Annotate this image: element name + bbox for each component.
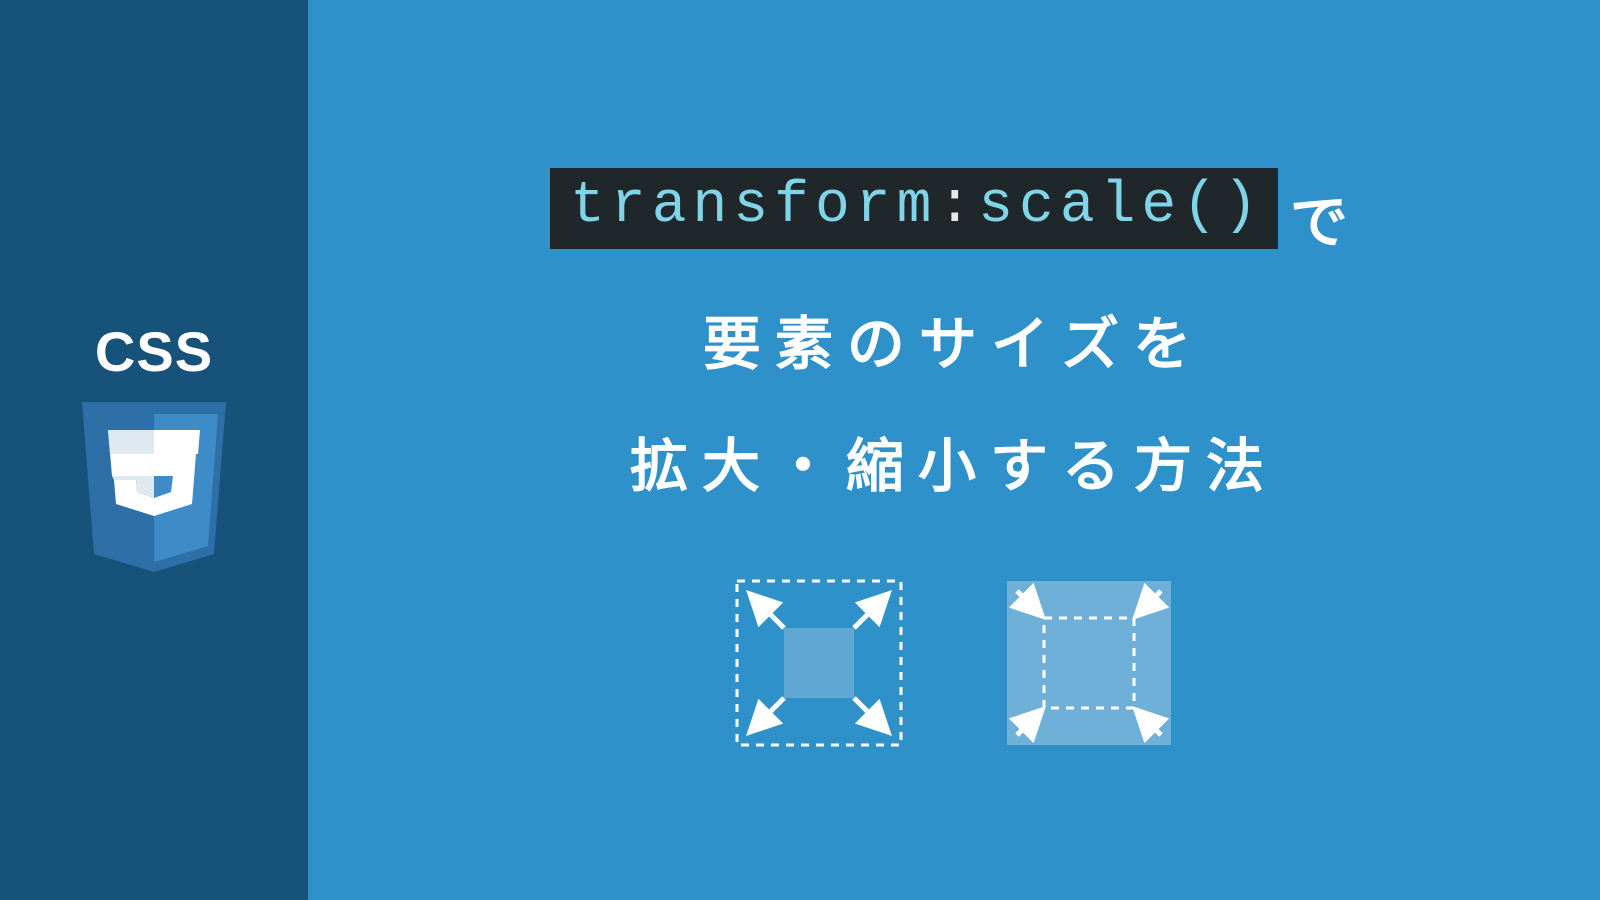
sidebar: CSS [0,0,308,900]
css-label: CSS [95,319,213,384]
code-chip: transform:scale() [550,168,1278,249]
title-line-1-suffix: で [1290,190,1358,255]
main-panel: transform:scale()で 要素のサイズを 拡大・縮小する方法 [308,0,1600,900]
code-function: scale() [978,174,1264,239]
title-block: transform:scale()で 要素のサイズを 拡大・縮小する方法 [550,168,1358,503]
diagram-row [729,573,1179,753]
title-line-2: 要素のサイズを [550,297,1358,381]
code-colon: : [937,174,978,239]
scale-expand-icon [729,573,909,753]
css3-shield-icon [74,402,234,582]
title-line-3: 拡大・縮小する方法 [550,419,1358,503]
code-property: transform [570,174,937,239]
scale-shrink-icon [999,573,1179,753]
title-line-1: transform:scale()で [550,168,1358,259]
